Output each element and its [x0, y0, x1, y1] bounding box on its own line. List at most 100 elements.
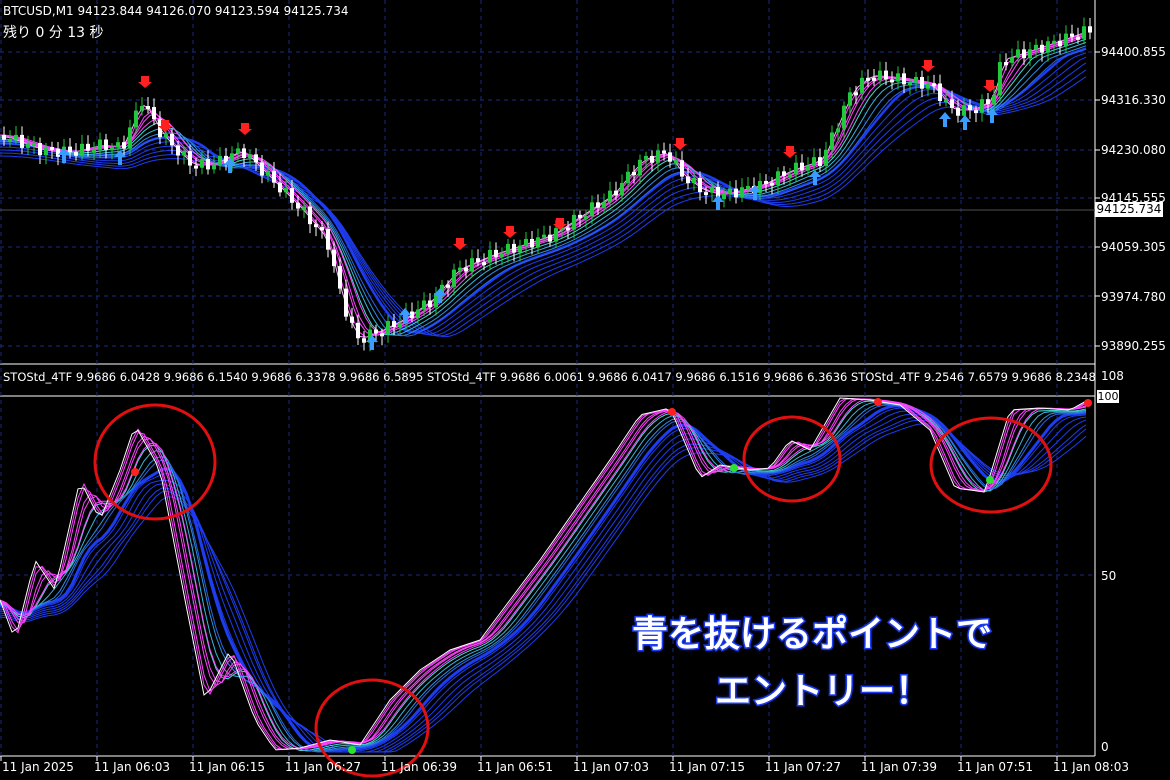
- candle-body: [770, 182, 774, 186]
- candle-body: [386, 321, 390, 335]
- candle-body: [812, 157, 816, 167]
- candle-body: [956, 107, 960, 116]
- candle-body: [542, 234, 546, 238]
- candle-body: [458, 267, 462, 271]
- candle-body: [764, 180, 768, 184]
- time-label: 11 Jan 06:15: [189, 760, 265, 774]
- candle-body: [74, 152, 78, 156]
- candle-body: [1040, 44, 1044, 53]
- candle-body: [914, 76, 918, 83]
- candle-body: [266, 170, 270, 176]
- sell-arrow-icon: [238, 123, 252, 135]
- indicator-current-tag: 100: [1097, 390, 1119, 403]
- candle-body: [260, 162, 264, 176]
- time-label: 11 Jan 2025: [2, 760, 74, 774]
- indicator-header: STOStd_4TF 9.9686 6.0428 9.9686 6.1540 9…: [3, 370, 1096, 384]
- time-label: 11 Jan 06:27: [285, 760, 361, 774]
- candle-body: [1004, 62, 1008, 66]
- time-label: 11 Jan 06:39: [381, 760, 457, 774]
- candle-body: [578, 214, 582, 218]
- candle-body: [932, 83, 936, 87]
- candle-body: [14, 134, 18, 140]
- candle-body: [470, 258, 474, 272]
- candle-body: [998, 62, 1002, 96]
- candle-body: [776, 171, 780, 185]
- bar-countdown: 残り 0 分 13 秒: [3, 25, 104, 41]
- candle-body: [806, 166, 810, 171]
- candle-body: [518, 245, 522, 253]
- candle-body: [1064, 33, 1068, 47]
- candle-body: [524, 238, 528, 246]
- candle-body: [302, 206, 306, 210]
- candle-body: [278, 182, 282, 193]
- candle-body: [86, 143, 90, 151]
- candle-body: [626, 171, 630, 183]
- candle-body: [944, 99, 948, 103]
- ma-slow-line: [0, 56, 1087, 335]
- time-label: 11 Jan 06:03: [94, 760, 170, 774]
- candle-body: [116, 142, 120, 148]
- candle-body: [20, 134, 24, 148]
- candle-body: [902, 73, 906, 85]
- candle-body: [1010, 57, 1014, 63]
- indicator-scale-mid: 50: [1101, 569, 1117, 583]
- candle-body: [32, 143, 36, 147]
- candle-body: [122, 142, 126, 149]
- candle-body: [896, 73, 900, 82]
- candle-body: [248, 154, 252, 158]
- candle-body: [488, 249, 492, 263]
- candle-body: [56, 148, 60, 157]
- candle-body: [638, 159, 642, 176]
- candle-body: [314, 224, 318, 228]
- candle-body: [860, 77, 864, 93]
- buy-dot-icon: [730, 464, 738, 472]
- chart-canvas[interactable]: [0, 0, 1170, 780]
- candle-body: [1058, 40, 1062, 47]
- candle-body: [350, 316, 354, 323]
- candle-body: [686, 176, 690, 184]
- candle-body: [866, 77, 870, 81]
- candle-body: [1088, 26, 1092, 33]
- candle-body: [110, 147, 114, 151]
- time-label: 11 Jan 07:03: [573, 760, 649, 774]
- candle-body: [872, 77, 876, 81]
- indicator-scale-max: 108: [1101, 369, 1124, 383]
- candle-body: [2, 135, 6, 140]
- buy-dot-icon: [348, 746, 356, 754]
- candle-body: [1046, 41, 1050, 53]
- candle-body: [128, 127, 132, 149]
- candle-body: [236, 148, 240, 154]
- candle-body: [356, 322, 360, 339]
- candle-body: [674, 160, 678, 164]
- candle-body: [272, 170, 276, 183]
- time-label: 11 Jan 07:39: [861, 760, 937, 774]
- candle-body: [818, 157, 822, 166]
- candle-body: [50, 147, 54, 151]
- candle-body: [728, 188, 732, 194]
- candle-body: [698, 178, 702, 193]
- candle-body: [596, 202, 600, 208]
- candle-body: [212, 164, 216, 170]
- sell-arrow-icon: [503, 226, 517, 238]
- candle-body: [662, 150, 666, 154]
- candle-body: [986, 99, 990, 105]
- candle-body: [200, 159, 204, 168]
- chart-window[interactable]: BTCUSD,M1 94123.844 94126.070 94123.594 …: [0, 0, 1170, 780]
- candle-body: [332, 249, 336, 267]
- annotation-line-2: エントリー！: [713, 670, 932, 714]
- sell-dot-icon: [1084, 399, 1092, 407]
- candle-body: [284, 188, 288, 193]
- candle-body: [500, 253, 504, 257]
- candle-body: [254, 154, 258, 163]
- candle-body: [1076, 36, 1080, 40]
- candle-body: [650, 155, 654, 163]
- candle-body: [794, 162, 798, 175]
- candle-body: [800, 162, 804, 171]
- candle-body: [68, 146, 72, 153]
- candle-body: [632, 171, 636, 176]
- candle-body: [482, 262, 486, 266]
- price-label: 93974.780: [1101, 290, 1166, 304]
- sell-dot-icon: [131, 468, 139, 476]
- sell-arrow-icon: [673, 138, 687, 150]
- time-label: 11 Jan 07:51: [957, 760, 1033, 774]
